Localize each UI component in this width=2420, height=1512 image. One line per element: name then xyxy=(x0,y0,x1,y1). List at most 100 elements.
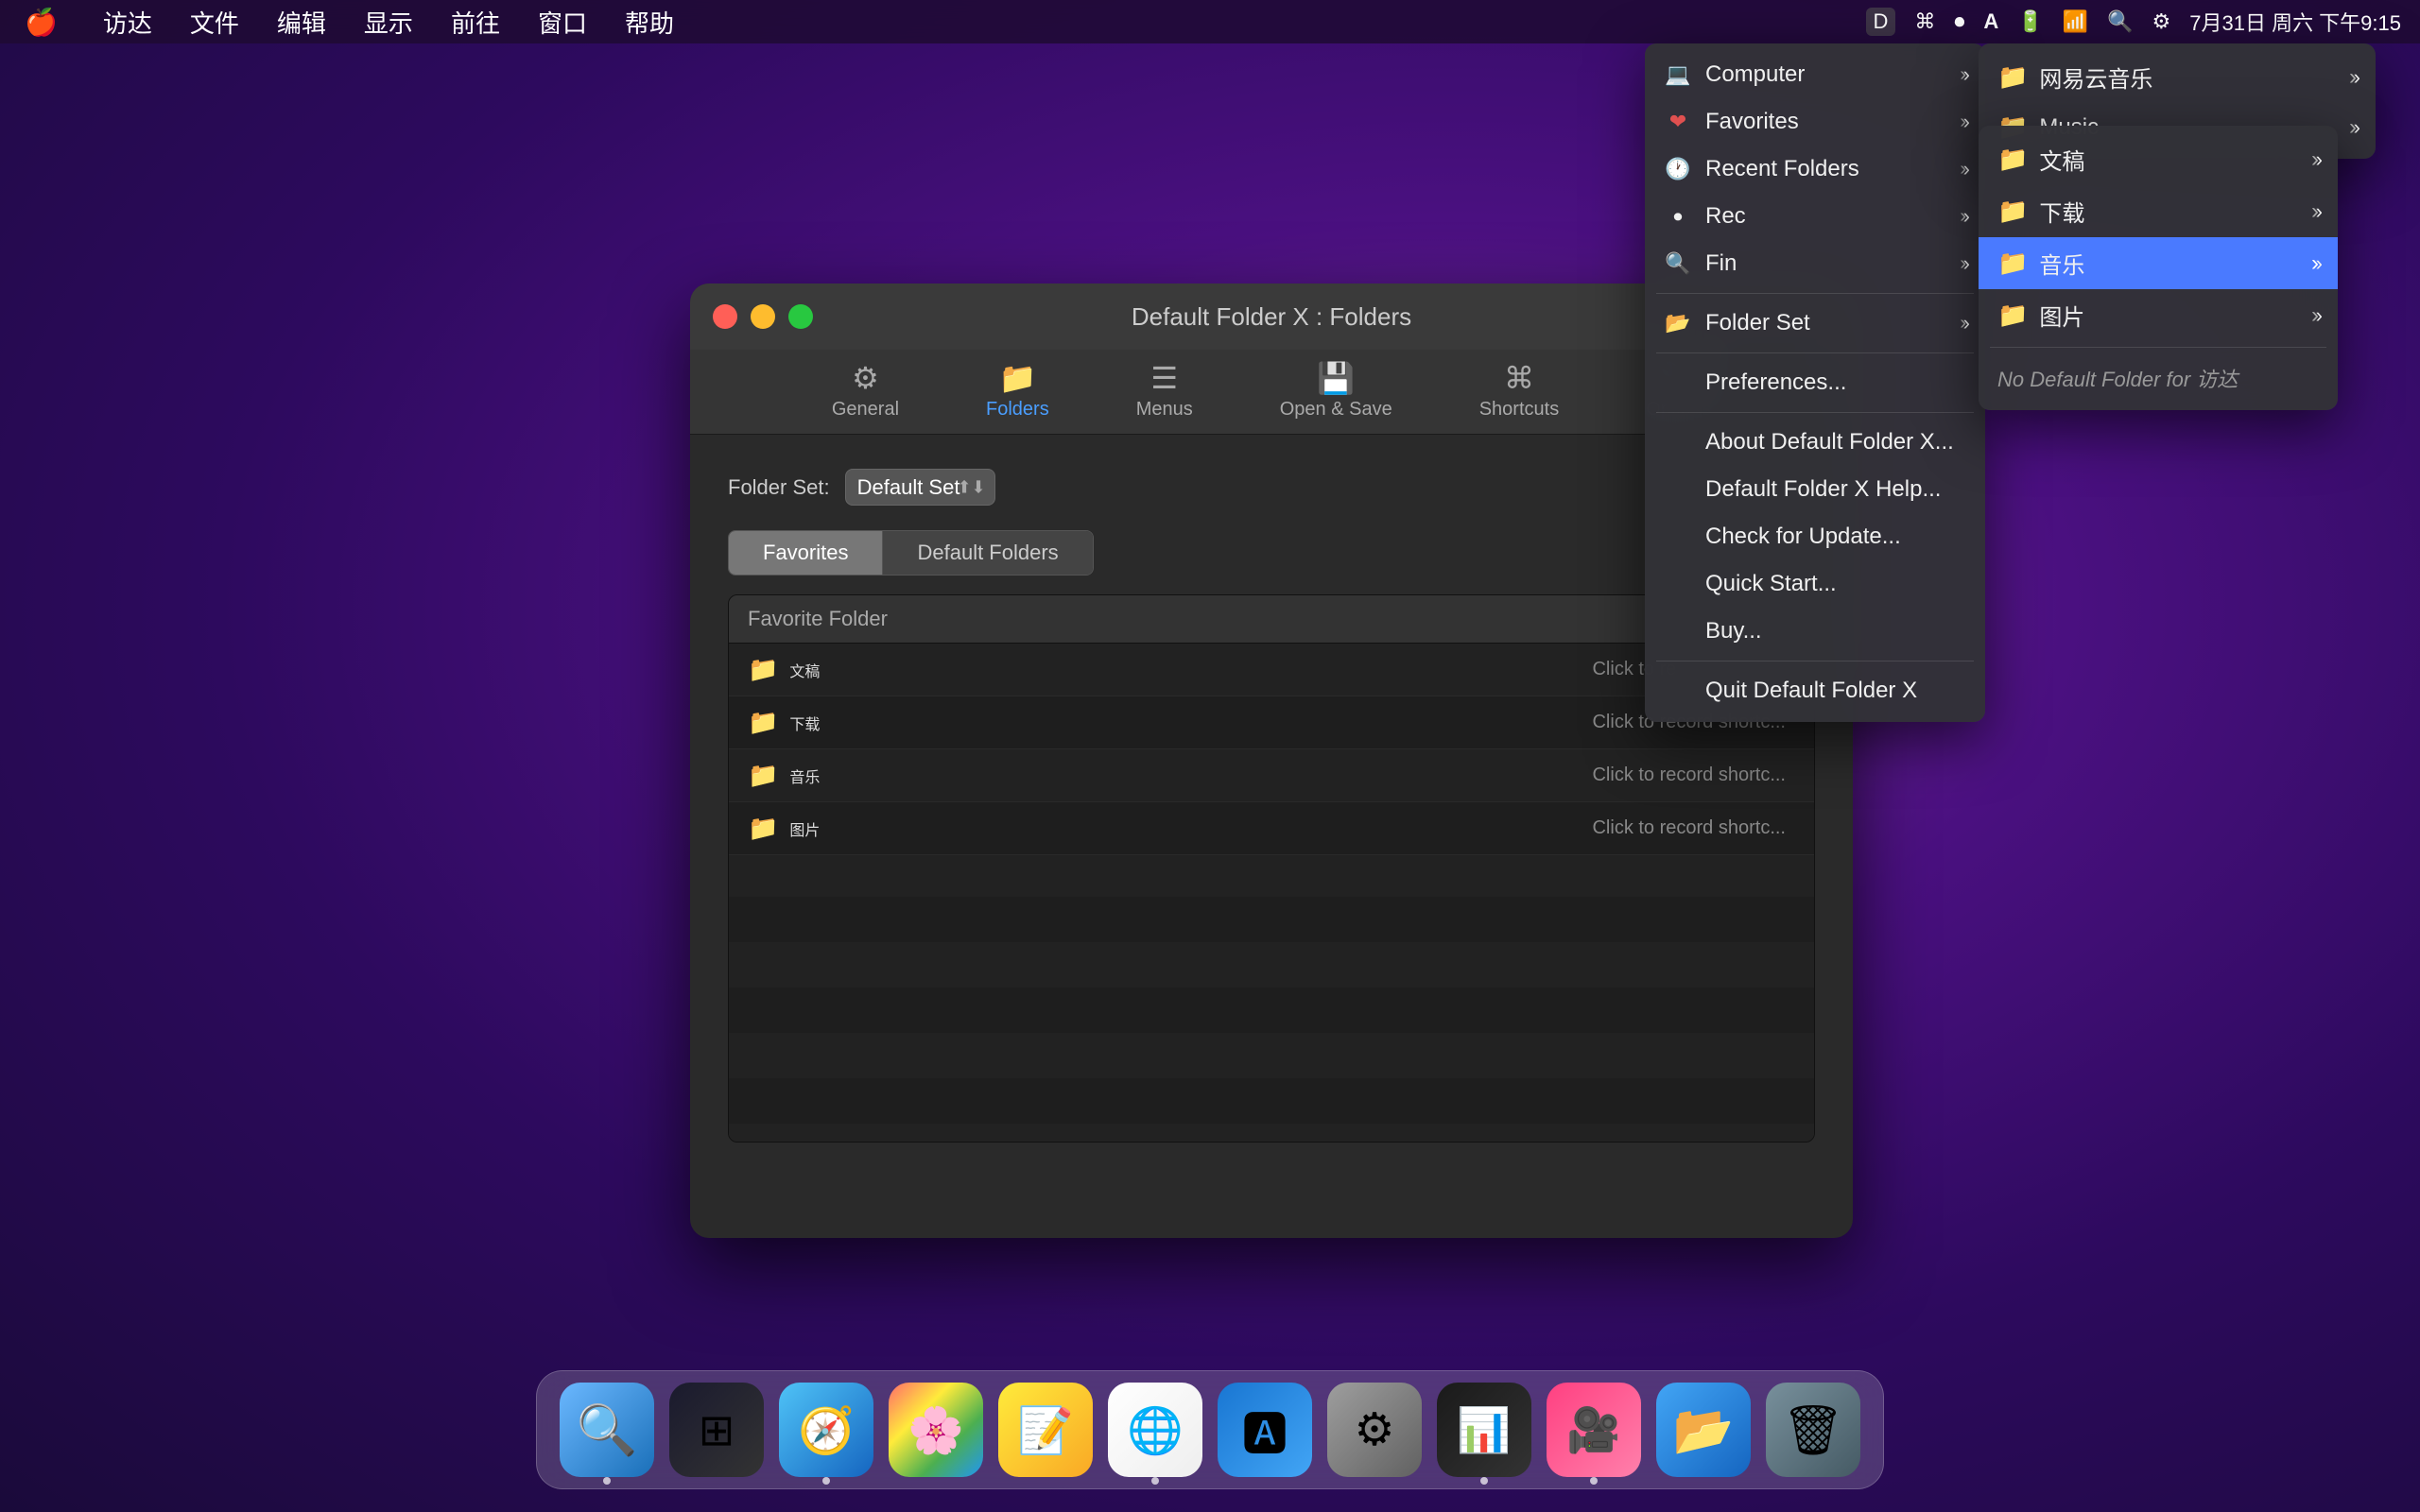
menu-label-check-update: Check for Update... xyxy=(1705,524,1966,550)
apple-menu[interactable]: 🍎 xyxy=(19,5,63,40)
close-button[interactable] xyxy=(713,304,737,329)
submenu-label-wangyi: 网易云音乐 xyxy=(2039,60,2152,94)
general-icon: ⚙ xyxy=(852,363,879,393)
folder-name: 文稿 xyxy=(789,659,820,681)
dock-item-safari[interactable]: 🧭 xyxy=(779,1383,873,1477)
dock-item-appstore[interactable]: 🅰 xyxy=(1218,1383,1312,1477)
menubar-left: 🍎 访达 文件 编辑 显示 前往 窗口 帮助 xyxy=(19,3,680,42)
table-row[interactable]: 📁 音乐 Click to record shortc... xyxy=(729,749,1814,802)
menu-view[interactable]: 显示 xyxy=(358,3,419,42)
minimize-button[interactable] xyxy=(751,304,775,329)
menu-item-preferences[interactable]: Preferences... xyxy=(1645,359,1985,406)
photo2-icon: 🎥 xyxy=(1566,1404,1620,1456)
empty-table-area xyxy=(729,855,1814,1143)
menu-item-find[interactable]: 🔍 Fin › xyxy=(1645,240,1985,287)
toolbar-shortcuts[interactable]: ⌘ Shortcuts xyxy=(1464,353,1574,430)
menu-item-rec[interactable]: ⏺ Rec › xyxy=(1645,193,1985,240)
general-label: General xyxy=(832,399,899,421)
menu-item-recent-folders[interactable]: 🕐 Recent Folders › xyxy=(1645,146,1985,193)
maximize-button[interactable] xyxy=(788,304,813,329)
chevron-right-icon: › xyxy=(1960,64,1966,86)
menu-label-about: About Default Folder X... xyxy=(1705,429,1966,455)
folder-cell: 📁 音乐 xyxy=(748,761,1493,790)
toolbar-open-save[interactable]: 💾 Open & Save xyxy=(1265,353,1408,430)
menubar-battery: 🔋 xyxy=(2017,9,2043,34)
chrome-icon: 🌐 xyxy=(1127,1403,1184,1457)
folder-cell: 📁 文稿 xyxy=(748,655,1493,684)
chevron-right-icon: › xyxy=(2349,114,2357,141)
open-save-icon: 💾 xyxy=(1317,363,1355,393)
menu-item-check-update[interactable]: Check for Update... xyxy=(1645,513,1985,560)
dock-item-finder[interactable]: 🔍 xyxy=(560,1383,654,1477)
menu-item-quit[interactable]: Quit Default Folder X xyxy=(1645,667,1985,714)
chevron-right-icon: › xyxy=(1960,206,1966,228)
dock-dot xyxy=(603,1477,611,1485)
menu-item-quick-start[interactable]: Quick Start... xyxy=(1645,560,1985,608)
quit-icon xyxy=(1664,677,1692,705)
dock-item-launchpad[interactable]: ⊞ xyxy=(669,1383,764,1477)
menu-item-folder-set[interactable]: 📂 Folder Set › xyxy=(1645,300,1985,347)
dock-item-folder[interactable]: 📂 xyxy=(1656,1383,1751,1477)
menubar-icon-a[interactable]: A xyxy=(1983,9,1998,34)
no-default-label: No Default Folder for 访达 xyxy=(1979,353,2338,403)
dock-item-chrome[interactable]: 🌐 xyxy=(1108,1383,1202,1477)
trash-icon: 🗑 xyxy=(1782,1401,1844,1459)
appstore-icon: 🅰 xyxy=(1242,1397,1288,1463)
dock-dot xyxy=(1590,1477,1598,1485)
menubar-wifi[interactable]: 📶 xyxy=(2063,9,2088,34)
menu-item-buy[interactable]: Buy... xyxy=(1645,608,1985,655)
chevron-right-icon: › xyxy=(2311,146,2319,173)
dock-item-notes[interactable]: 📝 xyxy=(998,1383,1093,1477)
recent-folders-icon: 🕐 xyxy=(1664,155,1692,183)
folder-icon: 📁 xyxy=(748,655,778,684)
menubar-icon-record[interactable]: ⏺ xyxy=(1954,9,1964,34)
menu-item-about[interactable]: About Default Folder X... xyxy=(1645,419,1985,466)
menu-separator xyxy=(1656,661,1974,662)
tab-default-folders[interactable]: Default Folders xyxy=(883,531,1092,575)
menu-help[interactable]: 帮助 xyxy=(619,3,680,42)
toolbar-folders[interactable]: 📁 Folders xyxy=(971,353,1064,430)
dock-item-photos[interactable]: 🌸 xyxy=(889,1383,983,1477)
dock-item-photo2[interactable]: 🎥 xyxy=(1547,1383,1641,1477)
preferences-icon xyxy=(1664,369,1692,397)
folder-icon: 📁 xyxy=(1997,301,2028,330)
shortcut-cell[interactable]: Click to record shortc... xyxy=(1493,817,1795,839)
menu-item-help[interactable]: Default Folder X Help... xyxy=(1645,466,1985,513)
toolbar-menus[interactable]: ☰ Menus xyxy=(1121,353,1208,430)
dock-item-settings[interactable]: ⚙ xyxy=(1327,1383,1422,1477)
menubar-search[interactable]: 🔍 xyxy=(2107,9,2133,34)
menubar-control-center[interactable]: ⚙ xyxy=(2152,9,2171,34)
toolbar-general[interactable]: ⚙ General xyxy=(817,353,914,430)
submenu-item-wengao[interactable]: 📁 文稿 › xyxy=(1979,133,2338,185)
folder-set-select-wrapper[interactable]: Default Set ⬆⬇ xyxy=(845,469,995,506)
submenu-item-wangyi[interactable]: 📁 网易云音乐 › xyxy=(1979,51,2376,103)
menu-item-computer[interactable]: 💻 Computer › xyxy=(1645,51,1985,98)
tab-favorites[interactable]: Favorites xyxy=(729,531,883,575)
submenu-item-tupian[interactable]: 📁 图片 › xyxy=(1979,289,2338,341)
dock-item-trash[interactable]: 🗑 xyxy=(1766,1383,1860,1477)
menu-window[interactable]: 窗口 xyxy=(532,3,593,42)
submenu-item-yinyue[interactable]: 📁 音乐 › xyxy=(1979,237,2338,289)
menubar-icon-cmd[interactable]: ⌘ xyxy=(1914,9,1935,34)
open-save-label: Open & Save xyxy=(1280,399,1392,421)
submenu-label: 下载 xyxy=(2039,195,2084,228)
folder-set-select[interactable]: Default Set xyxy=(845,469,995,506)
submenu-item-xiazai[interactable]: 📁 下载 › xyxy=(1979,185,2338,237)
menu-label-buy: Buy... xyxy=(1705,618,1966,644)
menu-label-rec: Rec xyxy=(1705,203,1946,230)
dock-dot xyxy=(1480,1477,1488,1485)
shortcuts-icon: ⌘ xyxy=(1504,363,1534,393)
window-controls xyxy=(713,304,813,329)
table-row[interactable]: 📁 图片 Click to record shortc... xyxy=(729,802,1814,855)
menu-finder[interactable]: 访达 xyxy=(97,3,158,42)
shortcut-cell[interactable]: Click to record shortc... xyxy=(1493,765,1795,786)
safari-icon: 🧭 xyxy=(798,1403,855,1457)
dock-item-activity[interactable]: 📊 xyxy=(1437,1383,1531,1477)
menu-edit[interactable]: 编辑 xyxy=(271,3,332,42)
menu-file[interactable]: 文件 xyxy=(184,3,245,42)
menu-item-favorites[interactable]: ❤ Favorites › xyxy=(1645,98,1985,146)
menubar-icon-d[interactable]: D xyxy=(1866,8,1896,36)
menu-go[interactable]: 前往 xyxy=(445,3,506,42)
dock-dot xyxy=(1151,1477,1159,1485)
chevron-right-icon: › xyxy=(2311,302,2319,329)
